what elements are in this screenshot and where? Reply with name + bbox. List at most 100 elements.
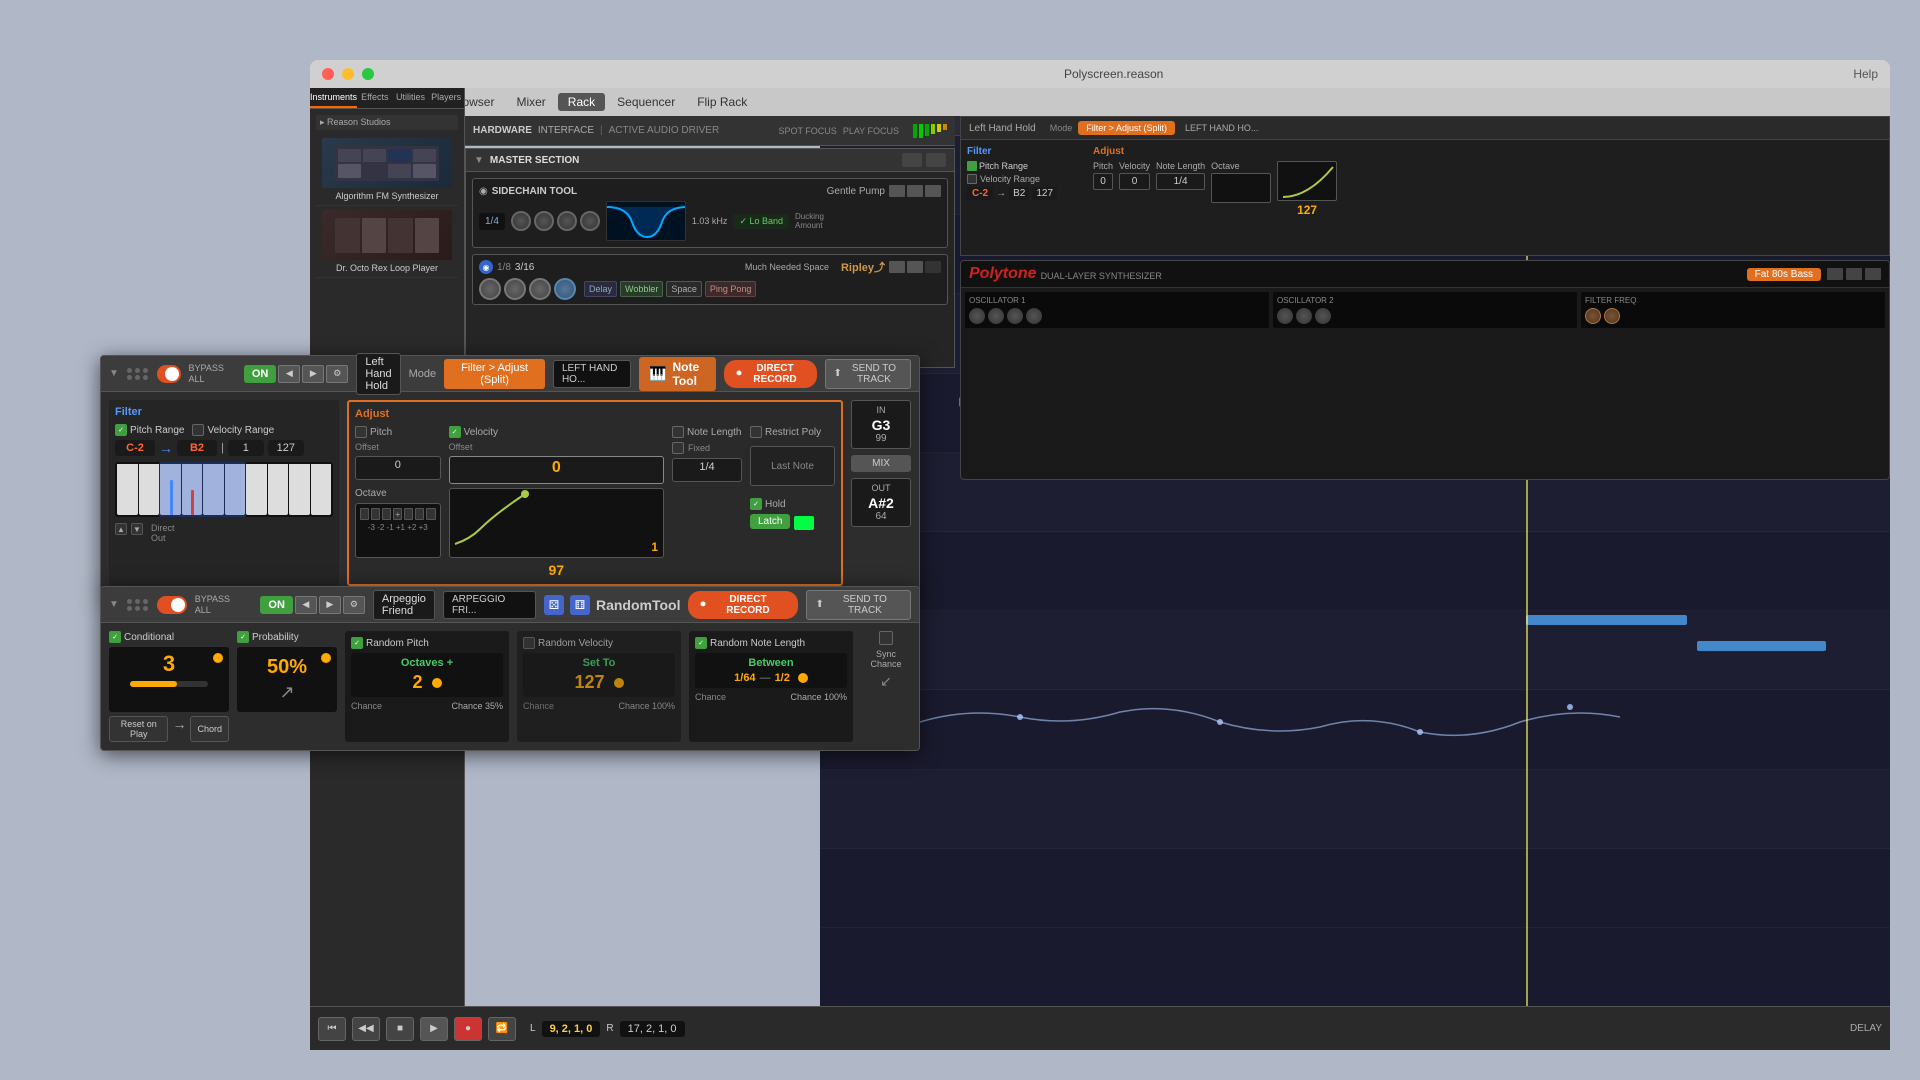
ripley-knob-4[interactable] — [554, 278, 576, 300]
osc1-knob-3[interactable] — [1007, 308, 1023, 324]
arp-on-button[interactable]: ON — [260, 596, 293, 614]
transport-pos-r[interactable]: 17, 2, 1, 0 — [620, 1021, 685, 1037]
pitch-range-checkbox[interactable]: ✓ Pitch Range — [115, 424, 184, 436]
master-btn-1[interactable] — [902, 153, 922, 167]
menu-rack[interactable]: Rack — [558, 93, 605, 111]
range-up-btn[interactable]: ▲ — [115, 523, 127, 535]
latch-button[interactable]: Latch — [750, 514, 790, 529]
octave-minus1[interactable] — [382, 508, 391, 520]
piano-key-7[interactable] — [246, 464, 267, 515]
prev-btn[interactable]: ◀ — [278, 365, 300, 383]
between-val2[interactable]: 1/2 — [775, 672, 790, 684]
osc1-knob-2[interactable] — [988, 308, 1004, 324]
random-pitch-value[interactable]: 2 — [355, 672, 499, 693]
knob-rate[interactable] — [511, 211, 531, 231]
direct-record-button[interactable]: ⏺ DIRECT RECORD — [724, 360, 816, 388]
sync-chance-cb[interactable] — [879, 631, 893, 645]
pitch-offset-input[interactable]: 0 — [355, 456, 441, 480]
fixed-val-input[interactable]: 1/4 — [672, 458, 742, 482]
random-velocity-checkbox[interactable]: Random Velocity — [523, 637, 675, 649]
lhh-octave-display[interactable] — [1211, 173, 1271, 203]
transport-back-btn[interactable]: ◀◀ — [352, 1017, 380, 1041]
tab-instruments[interactable]: Instruments — [310, 88, 357, 108]
octave-add[interactable]: + — [393, 508, 402, 520]
lhh-vel-cb[interactable] — [967, 174, 977, 184]
reset-on-play-btn[interactable]: Reset on Play — [109, 716, 168, 742]
maximize-button[interactable] — [362, 68, 374, 80]
instrument-dr-octo[interactable]: Dr. Octo Rex Loop Player — [316, 206, 458, 278]
octave-plus2[interactable] — [415, 508, 424, 520]
octave-minus2[interactable] — [371, 508, 380, 520]
ripley-ping-pong[interactable]: Ping Pong — [705, 281, 757, 297]
ripley-knob-2[interactable] — [504, 278, 526, 300]
tab-players[interactable]: Players — [428, 88, 464, 108]
restrict-poly-cb[interactable] — [750, 426, 762, 438]
knob-attack[interactable] — [534, 211, 554, 231]
ripley-knob-1[interactable] — [479, 278, 501, 300]
ripley-btn-3[interactable] — [925, 261, 941, 273]
octave-plus1[interactable] — [404, 508, 413, 520]
random-velocity-value[interactable]: 127 — [527, 672, 671, 693]
polytone-preset-btn[interactable]: Fat 80s Bass — [1747, 268, 1821, 281]
osc2-knob-1[interactable] — [1277, 308, 1293, 324]
conditional-value[interactable]: 3 — [113, 651, 225, 677]
instrument-fm-synth[interactable]: Algorithm FM Synthesizer — [316, 134, 458, 206]
random-pitch-checkbox[interactable]: ✓ Random Pitch — [351, 637, 503, 649]
lhh-pitch-offset[interactable]: 0 — [1093, 173, 1113, 190]
range-down-btn[interactable]: ▼ — [131, 523, 143, 535]
hold-cb[interactable]: ✓ — [750, 498, 762, 510]
range-num-end[interactable]: 127 — [268, 440, 304, 456]
lhh-range-end[interactable]: B2 — [1009, 187, 1029, 200]
arp-direct-record-button[interactable]: ⏺ DIRECT RECORD — [688, 591, 798, 619]
menu-sequencer[interactable]: Sequencer — [607, 93, 685, 111]
transport-loop-btn[interactable]: 🔁 — [488, 1017, 516, 1041]
menu-flip-rack[interactable]: Flip Rack — [687, 93, 757, 111]
piano-key-10[interactable] — [311, 464, 332, 515]
random-note-length-checkbox[interactable]: ✓ Random Note Length — [695, 637, 847, 649]
sc-btn-1[interactable] — [889, 185, 905, 197]
piano-key-1[interactable] — [117, 464, 138, 515]
bypass-toggle[interactable] — [157, 365, 181, 383]
arp-preset-name[interactable]: Arpeggio Friend — [373, 590, 435, 620]
preset-name[interactable]: Left Hand Hold — [356, 353, 400, 395]
osc2-knob-2[interactable] — [1296, 308, 1312, 324]
transport-play-btn[interactable]: ▶ — [420, 1017, 448, 1041]
tab-effects[interactable]: Effects — [357, 88, 393, 108]
between-val1[interactable]: 1/64 — [734, 672, 755, 684]
arp-send-track-button[interactable]: ⬆ SEND TO TRACK — [806, 590, 911, 620]
piano-key-9[interactable] — [289, 464, 310, 515]
sidechain-rate[interactable]: 1/4 — [479, 213, 505, 230]
lhh-pitch-cb[interactable] — [967, 161, 977, 171]
minimize-button[interactable] — [342, 68, 354, 80]
range-num-start[interactable]: 1 — [228, 440, 264, 456]
pitch-cb[interactable] — [355, 426, 367, 438]
ripley-btn-2[interactable] — [907, 261, 923, 273]
piano-key-8[interactable] — [268, 464, 289, 515]
velocity-cb[interactable]: ✓ — [449, 426, 461, 438]
range-start-val[interactable]: C-2 — [115, 440, 155, 456]
transport-pos-l[interactable]: 9, 2, 1, 0 — [542, 1021, 601, 1037]
on-button[interactable]: ON — [244, 365, 277, 383]
polytone-btn-3[interactable] — [1865, 268, 1881, 280]
conditional-checkbox[interactable]: ✓ Conditional — [109, 631, 229, 643]
octave-plus3[interactable] — [426, 508, 435, 520]
lhh-range-num[interactable]: 127 — [1032, 187, 1057, 200]
ripley-wobbler[interactable]: Wobbler — [620, 281, 663, 297]
menu-mixer[interactable]: Mixer — [506, 93, 555, 111]
transport-record-btn[interactable]: ● — [454, 1017, 482, 1041]
piano-key-2[interactable] — [139, 464, 160, 515]
sc-btn-3[interactable] — [925, 185, 941, 197]
note-length-cb[interactable] — [672, 426, 684, 438]
tab-utilities[interactable]: Utilities — [393, 88, 429, 108]
knob-release[interactable] — [580, 211, 600, 231]
chord-btn[interactable]: Chord — [190, 716, 229, 742]
ripley-delay[interactable]: Delay — [584, 281, 617, 297]
filter-knob-1[interactable] — [1585, 308, 1601, 324]
velocity-offset-input[interactable]: 0 — [449, 456, 664, 484]
sc-btn-2[interactable] — [907, 185, 923, 197]
ripley-btn-1[interactable] — [889, 261, 905, 273]
ripley-knob-3[interactable] — [529, 278, 551, 300]
lhh-range-start[interactable]: C-2 — [967, 187, 993, 200]
knob-hold[interactable] — [557, 211, 577, 231]
close-button[interactable] — [322, 68, 334, 80]
